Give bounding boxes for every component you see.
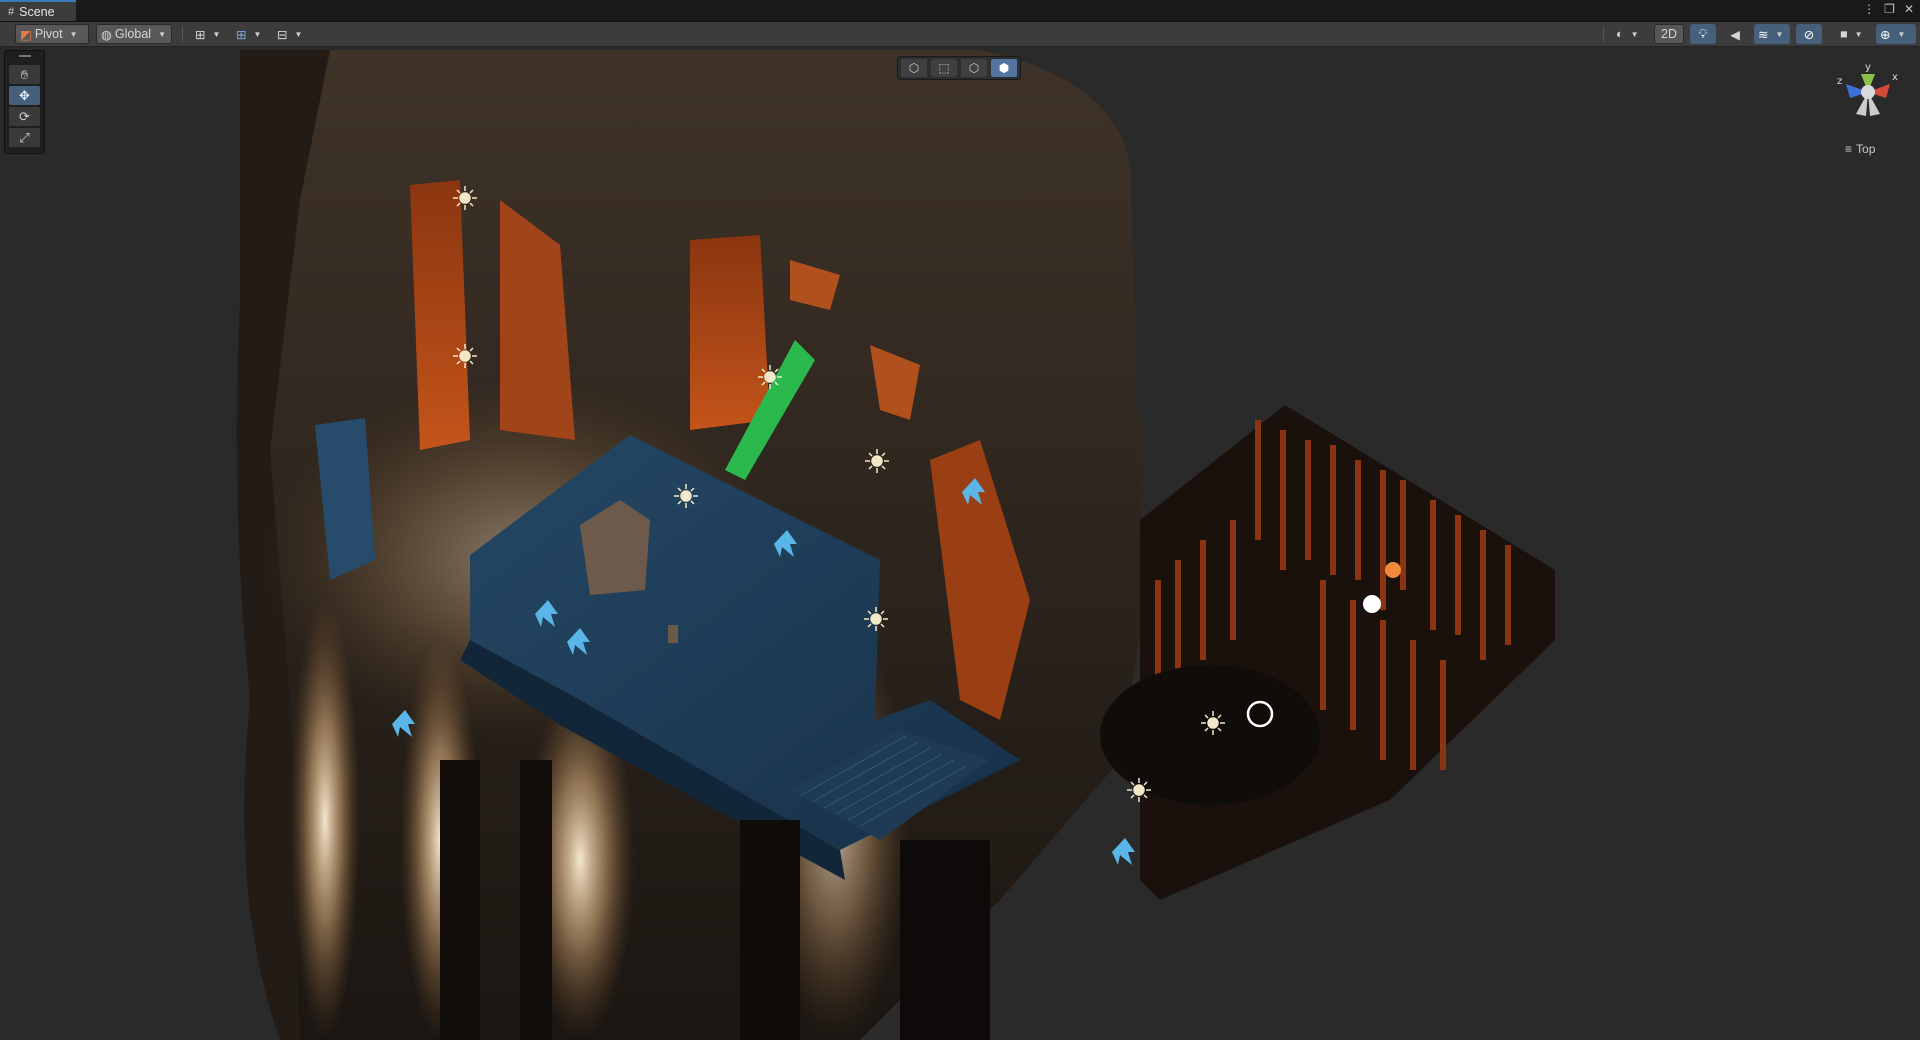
chevron-down-icon: ▼ — [1854, 29, 1863, 39]
lava-pillar — [690, 235, 770, 430]
gizmo-globe-icon: ⊕ — [1880, 27, 1891, 42]
lava-pillar — [410, 180, 470, 450]
view-option-button[interactable]: ⬡ — [961, 59, 987, 77]
chevron-down-icon: ▼ — [212, 29, 221, 39]
toolbar-divider — [182, 26, 183, 42]
particle-gizmo-icon — [1112, 838, 1135, 865]
scene-toolbar: ◩ Pivot ▼ ◍ Global ▼ ⊞ ▼ ⊞ ▼ ⊟ ▼ ◐ ▼ 2D … — [0, 22, 1920, 47]
scene-render[interactable] — [0, 47, 1920, 1040]
view-option-button[interactable]: ⬢ — [991, 59, 1017, 77]
rotate-tool-button[interactable]: ⟳ — [9, 107, 40, 126]
scene-viewport[interactable] — [0, 47, 1920, 1040]
cube-icon: ⬡ — [908, 61, 920, 75]
pivot-label: Pivot — [34, 27, 63, 41]
global-label: Global — [114, 27, 152, 41]
grid-icon: ⊞ — [195, 27, 206, 42]
orange-light-icon — [1385, 562, 1401, 578]
palette-grip[interactable] — [19, 55, 31, 57]
eye-slash-icon: ⊘ — [1803, 27, 1815, 42]
grid-visibility-button[interactable]: ⊞ ▼ — [191, 24, 227, 44]
foreground-pillar — [900, 840, 990, 1040]
hand-tool-button[interactable]: ✋︎ — [9, 65, 40, 84]
audio-toggle[interactable]: ◀︎ — [1722, 24, 1748, 44]
maximize-icon[interactable]: ❐ — [1884, 2, 1895, 16]
view-option-button[interactable]: ⬚ — [931, 59, 957, 77]
chevron-down-icon: ▼ — [1775, 29, 1784, 39]
shading-mode-icon: ◐ — [1616, 27, 1624, 41]
draw-mode-button[interactable]: ◐ ▼ — [1612, 24, 1646, 44]
snap-increment-icon: ⊟ — [277, 27, 288, 42]
tool-palette: ✋︎ ✥ ⟳ ⤢ — [4, 50, 45, 154]
effects-icon: ≋ — [1758, 27, 1769, 42]
axis-x-label: x — [1892, 72, 1898, 83]
foreground-pillar — [520, 760, 552, 1040]
rotate-icon: ⟳ — [19, 108, 30, 124]
toggle-2d-button[interactable]: 2D — [1654, 24, 1684, 44]
gizmos-dropdown[interactable]: ⊕ ▼ — [1876, 24, 1916, 44]
chevron-down-icon: ▼ — [69, 29, 78, 39]
foreground-pillar — [440, 760, 480, 1040]
foreground-pillar — [740, 820, 800, 1040]
lighting-toggle[interactable]: 💡︎ — [1690, 24, 1716, 44]
menu-icon: ≡ — [1845, 142, 1853, 156]
scene-grid-icon: # — [8, 5, 15, 18]
global-dropdown[interactable]: ◍ Global ▼ — [96, 24, 172, 44]
more-options-icon[interactable]: ⋮ — [1863, 2, 1875, 16]
view-orientation-label[interactable]: ≡ Top — [1845, 142, 1875, 156]
pivot-icon: ◩ — [20, 27, 32, 42]
cube-solid-icon: ⬢ — [998, 61, 1010, 75]
chevron-down-icon: ▼ — [1897, 29, 1906, 39]
chevron-down-icon: ▼ — [253, 29, 262, 39]
cube-outline-icon: ⬡ — [968, 61, 980, 75]
move-icon: ✥ — [19, 87, 30, 103]
toolbar-divider — [1603, 26, 1604, 42]
grid-snapping-button[interactable]: ⊞ ▼ — [232, 24, 268, 44]
tab-strip: # Scene ⋮ ❐ ✕ — [0, 0, 1920, 22]
rect-icon: ⬚ — [938, 61, 950, 75]
small-object — [668, 625, 678, 643]
speaker-icon: ◀︎ — [1730, 27, 1740, 42]
view-name: Top — [1856, 142, 1876, 156]
axis-y-label: y — [1865, 62, 1871, 73]
tab-scene-label: Scene — [19, 4, 55, 19]
close-icon[interactable]: ✕ — [1904, 2, 1914, 16]
hidden-objects-toggle[interactable]: ⊘ — [1796, 24, 1822, 44]
camera-settings-dropdown[interactable]: ■ ▼ — [1836, 24, 1872, 44]
effects-dropdown[interactable]: ≋ ▼ — [1754, 24, 1790, 44]
axis-z-label: z — [1837, 76, 1842, 87]
chevron-down-icon: ▼ — [1630, 29, 1639, 39]
orientation-gizmo[interactable]: y z x — [1828, 62, 1908, 130]
lightbulb-icon: 💡︎ — [1698, 26, 1708, 41]
camera-icon: ■ — [1840, 27, 1848, 41]
scale-tool-button[interactable]: ⤢ — [9, 128, 40, 147]
chevron-down-icon: ▼ — [294, 29, 303, 39]
increment-snap-button[interactable]: ⊟ ▼ — [273, 24, 309, 44]
snap-grid-icon: ⊞ — [236, 27, 247, 42]
chevron-down-icon: ▼ — [158, 29, 166, 39]
view-overlay-strip: ⬡ ⬚ ⬡ ⬢ — [897, 56, 1021, 80]
view-option-button[interactable]: ⬡ — [901, 59, 927, 77]
mode-2d-label: 2D — [1661, 27, 1677, 41]
move-tool-button[interactable]: ✥ — [9, 86, 40, 105]
white-light-icon — [1363, 595, 1381, 613]
hand-icon: ✋︎ — [20, 66, 29, 82]
globe-icon: ◍ — [101, 27, 112, 42]
gizmo-cones — [1846, 74, 1890, 116]
pivot-dropdown[interactable]: ◩ Pivot ▼ — [15, 24, 89, 44]
scale-icon: ⤢ — [19, 129, 30, 145]
tab-scene[interactable]: # Scene — [0, 0, 76, 21]
